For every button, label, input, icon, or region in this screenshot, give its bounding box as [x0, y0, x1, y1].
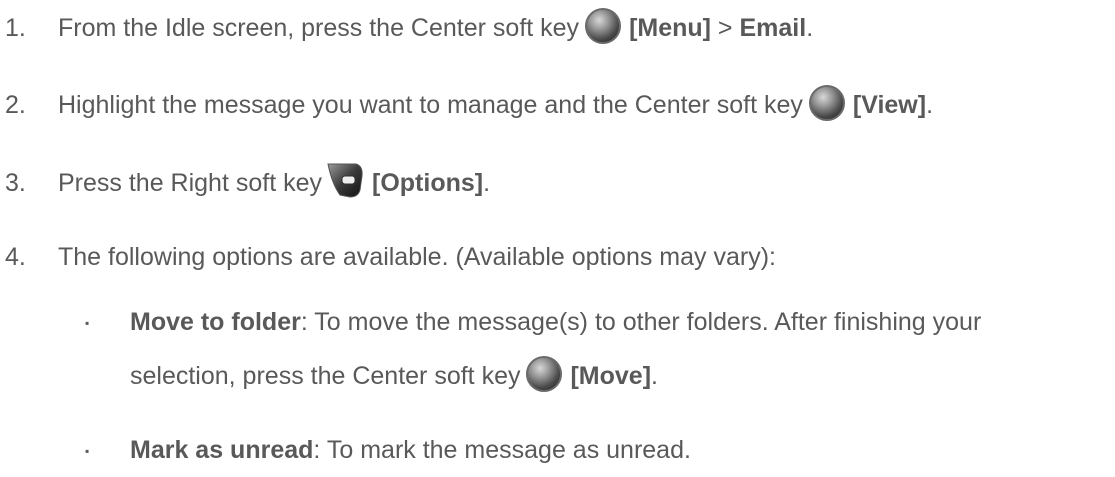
period: .: [806, 14, 814, 42]
move-label: [Move]: [570, 362, 652, 390]
option-title: Mark as unread: [130, 436, 314, 464]
step-number: 4.: [5, 243, 26, 271]
view-label: [View]: [852, 91, 927, 119]
separator: >: [710, 14, 740, 42]
step-text: The following options are available. (Av…: [58, 243, 776, 271]
option-description: : To mark the message as unread.: [313, 436, 691, 464]
period: .: [926, 91, 934, 119]
menu-label: [Menu]: [629, 14, 711, 42]
step-number: 3.: [5, 169, 26, 197]
bullet-icon: ▪: [85, 444, 90, 458]
option-description: selection, press the Center soft key: [130, 362, 521, 390]
bullet-icon: ▪: [85, 316, 90, 330]
right-soft-key-icon: [327, 163, 363, 198]
center-soft-key-icon: [808, 85, 845, 122]
step-number: 1.: [5, 14, 26, 42]
step-number: 2.: [5, 91, 26, 119]
step-text: From the Idle screen, press the Center s…: [58, 14, 580, 42]
center-soft-key-icon: [585, 8, 622, 45]
option-title: Move to folder: [130, 308, 301, 336]
options-label: [Options]: [372, 169, 484, 197]
step-text: Press the Right soft key: [58, 169, 323, 197]
option-description: : To move the message(s) to other folder…: [300, 308, 982, 336]
step-text: Highlight the message you want to manage…: [58, 91, 803, 119]
center-soft-key-icon: [526, 356, 563, 393]
email-label: Email: [739, 14, 807, 42]
period: .: [483, 169, 491, 197]
period: .: [651, 362, 658, 390]
